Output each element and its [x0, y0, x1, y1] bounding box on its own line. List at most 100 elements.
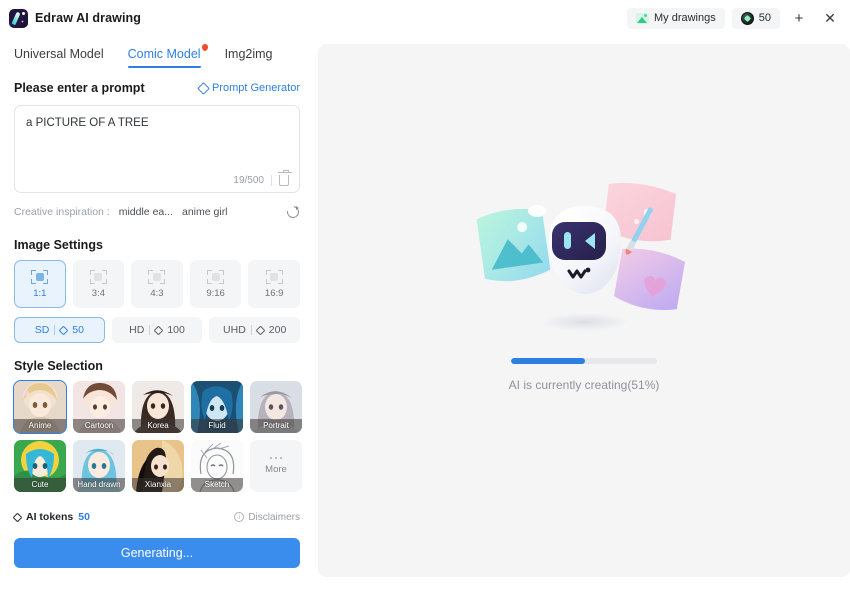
- token-balance-count: 50: [758, 12, 771, 24]
- robot-illustration-svg: [476, 182, 686, 331]
- refresh-icon[interactable]: [286, 205, 300, 219]
- style-label: Xianxia: [132, 478, 184, 492]
- ai-tokens-label: AI tokens: [26, 511, 74, 523]
- preview-panel: AI is currently creating(51%): [318, 44, 850, 577]
- progress-fill: [511, 357, 586, 364]
- aspect-ratio-label: 9:16: [206, 287, 225, 299]
- divider: [54, 325, 56, 335]
- sparkle-diamond-icon: [153, 325, 164, 335]
- tab-label: Universal Model: [14, 46, 104, 61]
- style-cute[interactable]: Cute: [14, 440, 66, 492]
- prompt-section-header: Please enter a prompt Prompt Generator: [14, 78, 300, 98]
- prompt-generator-button[interactable]: Prompt Generator: [197, 81, 300, 95]
- tab-label: Img2img: [224, 46, 273, 61]
- prompt-input-box[interactable]: 19/500: [14, 105, 300, 193]
- quality-cost: 200: [268, 324, 287, 336]
- style-cartoon[interactable]: Cartoon: [73, 381, 125, 433]
- crop-frame-icon: [265, 269, 283, 284]
- style-xianxia[interactable]: Xianxia: [132, 440, 184, 492]
- info-icon: i: [234, 512, 245, 522]
- style-label: Anime: [14, 419, 66, 433]
- style-label: Sketch: [191, 478, 243, 492]
- aspect-ratio-label: 3:4: [91, 287, 105, 299]
- close-window-button[interactable]: ✕: [818, 7, 842, 29]
- style-more-button[interactable]: More: [250, 440, 302, 492]
- style-fluid[interactable]: Fluid: [191, 381, 243, 433]
- style-grid: Anime Cartoon Korea Fluid Portrait Cute …: [13, 380, 302, 492]
- model-tabs: Universal Model Comic Model Img2img: [0, 43, 302, 70]
- ellipsis-icon: [269, 456, 283, 460]
- prompt-char-counter: 19/500: [233, 175, 264, 186]
- aspect-ratio-16-9[interactable]: 16:9: [248, 260, 300, 308]
- divider: [271, 175, 272, 186]
- divider: [149, 325, 151, 335]
- quality-label: HD: [129, 324, 145, 336]
- quality-label: SD: [34, 324, 50, 336]
- app-brand: Edraw AI drawing: [9, 8, 141, 28]
- style-portrait[interactable]: Portrait: [250, 381, 302, 433]
- tab-universal-model[interactable]: Universal Model: [14, 47, 104, 68]
- style-hand-drawn[interactable]: Hand drawn: [73, 440, 125, 492]
- style-korea[interactable]: Korea: [132, 381, 184, 433]
- quality-hd[interactable]: HD 100: [111, 317, 203, 343]
- tab-img2img[interactable]: Img2img: [225, 47, 273, 68]
- aspect-ratio-label: 4:3: [150, 287, 164, 299]
- quality-group: SD 50 HD 100 UHD 200: [14, 317, 301, 343]
- prompt-input[interactable]: [26, 116, 288, 168]
- quality-sd[interactable]: SD 50: [14, 317, 105, 343]
- edraw-logo-icon: [9, 8, 28, 28]
- progress-track: [511, 357, 657, 364]
- inspiration-chip-1[interactable]: anime girl: [182, 206, 228, 218]
- prompt-generator-label: Prompt Generator: [211, 82, 300, 94]
- crop-frame-icon: [148, 269, 166, 284]
- sparkle-diamond-icon: [255, 325, 266, 335]
- add-tokens-button[interactable]: +: [787, 7, 811, 29]
- style-label: Fluid: [191, 419, 243, 433]
- token-balance-button[interactable]: 50: [731, 7, 780, 29]
- tab-comic-model[interactable]: Comic Model: [127, 43, 208, 68]
- titlebar-actions: My drawings 50 + ✕: [627, 7, 842, 29]
- creative-inspiration-label: Creative inspiration :: [14, 206, 110, 218]
- aspect-ratio-9-16[interactable]: 9:16: [189, 260, 242, 308]
- progress-status-text: AI is currently creating(51%): [508, 377, 660, 392]
- style-sketch[interactable]: Sketch: [191, 440, 243, 492]
- style-label: Portrait: [250, 419, 302, 433]
- disclaimers-link[interactable]: i Disclaimers: [234, 512, 300, 523]
- divider: [250, 325, 252, 335]
- style-selection-title: Style Selection: [14, 359, 103, 373]
- generation-progress: AI is currently creating(51%): [508, 357, 660, 392]
- my-drawings-label: My drawings: [654, 12, 716, 24]
- quality-cost: 100: [167, 324, 185, 336]
- ai-robot-illustration: [459, 170, 709, 340]
- my-drawings-button[interactable]: My drawings: [627, 7, 725, 29]
- aspect-ratio-3-4[interactable]: 3:4: [72, 260, 125, 308]
- aspect-ratio-1-1[interactable]: 1:1: [14, 260, 66, 308]
- gallery-icon: [636, 12, 649, 24]
- new-badge-icon: [201, 43, 208, 51]
- quality-label: UHD: [223, 324, 246, 336]
- prompt-footer: 19/500: [233, 170, 292, 186]
- quality-uhd[interactable]: UHD 200: [209, 317, 301, 343]
- style-label: Hand drawn: [73, 478, 125, 492]
- sparkle-diamond-icon: [58, 325, 69, 335]
- edraw-ai-drawing-window: Edraw AI drawing My drawings 50 + ✕ Univ…: [0, 0, 850, 590]
- aspect-ratio-label: 16:9: [264, 287, 284, 299]
- quality-cost: 50: [72, 324, 84, 336]
- sparkle-diamond-icon: [197, 81, 210, 95]
- crop-frame-icon: [207, 269, 225, 284]
- aspect-ratio-label: 1:1: [33, 287, 47, 299]
- creative-inspiration-row: Creative inspiration : middle ea... anim…: [14, 202, 300, 222]
- inspiration-chip-0[interactable]: middle ea...: [119, 206, 173, 218]
- settings-panel: Please enter a prompt Prompt Generator 1…: [0, 78, 314, 590]
- disclaimers-label: Disclaimers: [248, 511, 300, 523]
- token-coin-icon: [740, 11, 754, 25]
- trash-icon[interactable]: [278, 170, 292, 186]
- style-anime[interactable]: Anime: [13, 380, 67, 434]
- sparkle-diamond-icon: [12, 512, 23, 522]
- style-more-label: More: [265, 464, 287, 476]
- tab-label: Comic Model: [127, 46, 201, 61]
- generate-button[interactable]: Generating...: [14, 538, 300, 568]
- prompt-section-title: Please enter a prompt: [14, 81, 145, 95]
- ai-tokens-info: AI tokens 50: [12, 511, 90, 523]
- aspect-ratio-4-3[interactable]: 4:3: [131, 260, 183, 308]
